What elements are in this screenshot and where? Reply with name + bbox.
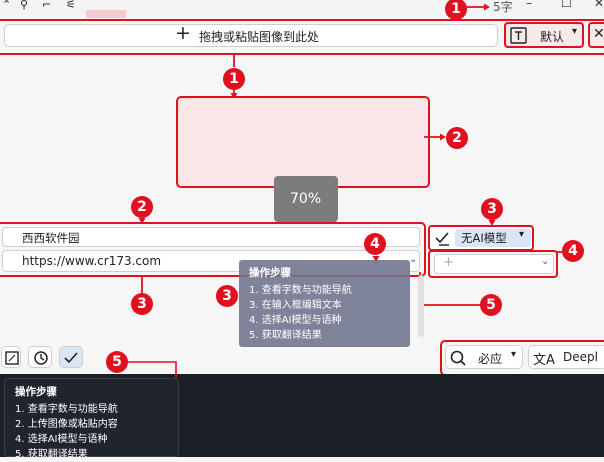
- style-button[interactable]: [59, 346, 83, 368]
- tooltip-step: 1. 查看字数与功能导航: [249, 285, 352, 296]
- arrow-right-icon: [466, 3, 490, 11]
- panel-step: 5. 获取翻译结果: [15, 449, 88, 460]
- char-count: 5字: [493, 0, 513, 14]
- pink-tab: [86, 10, 126, 18]
- screenshot-button[interactable]: [1, 346, 21, 368]
- engine-deepl-label: Deepl: [563, 350, 598, 364]
- chevron-down-icon: ▾: [511, 349, 517, 360]
- connector-line: [556, 251, 564, 253]
- annotation-badge-4-right: 4: [562, 240, 584, 262]
- magic-icon[interactable]: ⚟: [66, 0, 76, 11]
- steps-tooltip: 操作步骤 1. 查看字数与功能导航 3. 在输入框编辑文本 4. 选择AI模型与…: [239, 260, 410, 347]
- history-button[interactable]: [28, 346, 52, 368]
- connector-line: [419, 272, 482, 306]
- engine-select-bing[interactable]: 必应 ▾: [445, 345, 523, 369]
- plus-icon: +: [175, 22, 191, 44]
- chevron-down-icon: ▾: [572, 26, 578, 37]
- engine-select-deepl[interactable]: 文A Deepl: [528, 345, 604, 369]
- search-icon: [450, 350, 466, 366]
- ai-model-label: 无AI模型: [461, 231, 507, 245]
- screenshot-icon: [5, 351, 19, 365]
- chevron-down-icon: ▾: [519, 229, 525, 240]
- annotation-badge-1: 1: [223, 68, 245, 90]
- translate-icon: 文A: [533, 353, 555, 368]
- annotation-badge-2-right: 2: [446, 127, 468, 149]
- arrow-right-icon: [424, 133, 446, 141]
- info-icon[interactable]: ⚲: [20, 0, 28, 11]
- scrollbar[interactable]: [418, 275, 424, 337]
- history-icon: [34, 351, 48, 365]
- annotation-badge-3-model: 3: [481, 198, 503, 220]
- panel-title: 操作步骤: [15, 386, 57, 398]
- language-placeholder: +: [443, 255, 454, 270]
- tooltip-step: 3. 在输入框编辑文本: [249, 300, 342, 311]
- steps-panel: 操作步骤 1. 查看字数与功能导航 2. 上传图像或粘贴内容 4. 选择AI模型…: [4, 378, 179, 460]
- panel-step: 1. 查看字数与功能导航: [15, 404, 118, 415]
- brush-check-icon: [435, 232, 449, 246]
- zoom-toast-label: 70%: [290, 191, 322, 207]
- annotation-badge-3-mid: 3: [216, 285, 238, 307]
- panel-step: 4. 选择AI模型与语种: [15, 434, 108, 445]
- tooltip-step: 4. 选择AI模型与语种: [249, 315, 342, 326]
- engine-bing-label: 必应: [478, 352, 503, 366]
- annotation-badge-5: 5: [480, 294, 502, 316]
- zoom-toast: 70%: [274, 176, 338, 222]
- pin-icon[interactable]: ⌃: [2, 0, 11, 11]
- url-text[interactable]: https://www.cr173.com: [22, 254, 161, 268]
- annotation-badge-4: 4: [364, 233, 386, 255]
- annotation-badge-3: 3: [131, 293, 153, 315]
- panel-step: 2. 上传图像或粘贴内容: [15, 419, 118, 430]
- upload-label: 拖拽或粘贴图像到此处: [199, 30, 320, 44]
- source-text-field[interactable]: 西西软件园: [2, 227, 420, 247]
- minimize-button[interactable]: –: [526, 0, 532, 10]
- chevron-down-icon: ⌄: [541, 256, 550, 267]
- title-bar-icons: ⌃ ⚲ ⌐ ⚟: [0, 0, 90, 12]
- ai-model-select[interactable]: 无AI模型 ▾: [428, 225, 534, 251]
- ocr-mode-label: 默认: [540, 30, 565, 44]
- close-window-button[interactable]: ✕: [594, 0, 604, 10]
- crop-icon[interactable]: ⌐: [42, 0, 51, 11]
- bottom-icons: [0, 346, 90, 370]
- image-drop-area[interactable]: [176, 96, 430, 188]
- chevron-down-icon[interactable]: ⌄: [409, 254, 417, 265]
- annotation-badge-2: 2: [131, 196, 153, 218]
- ocr-mode-select[interactable]: 默认 ▾: [504, 22, 584, 48]
- close-icon: ✕: [593, 26, 604, 42]
- source-text[interactable]: 西西软件园: [22, 230, 80, 246]
- text-format-icon: [510, 27, 527, 44]
- upload-button[interactable]: + 拖拽或粘贴图像到此处: [4, 22, 498, 47]
- ai-model-pill: 无AI模型 ▾: [455, 229, 531, 247]
- maximize-button[interactable]: ☐: [561, 0, 572, 10]
- clear-button[interactable]: ✕: [588, 22, 604, 48]
- tooltip-title: 操作步骤: [249, 267, 291, 279]
- language-field[interactable]: + ⌄: [434, 254, 554, 274]
- annotation-badge-1-top: 1: [445, 0, 467, 20]
- tooltip-step: 5. 获取翻译结果: [249, 330, 322, 341]
- brush-check-icon: [64, 352, 78, 364]
- connector-line: [124, 361, 177, 378]
